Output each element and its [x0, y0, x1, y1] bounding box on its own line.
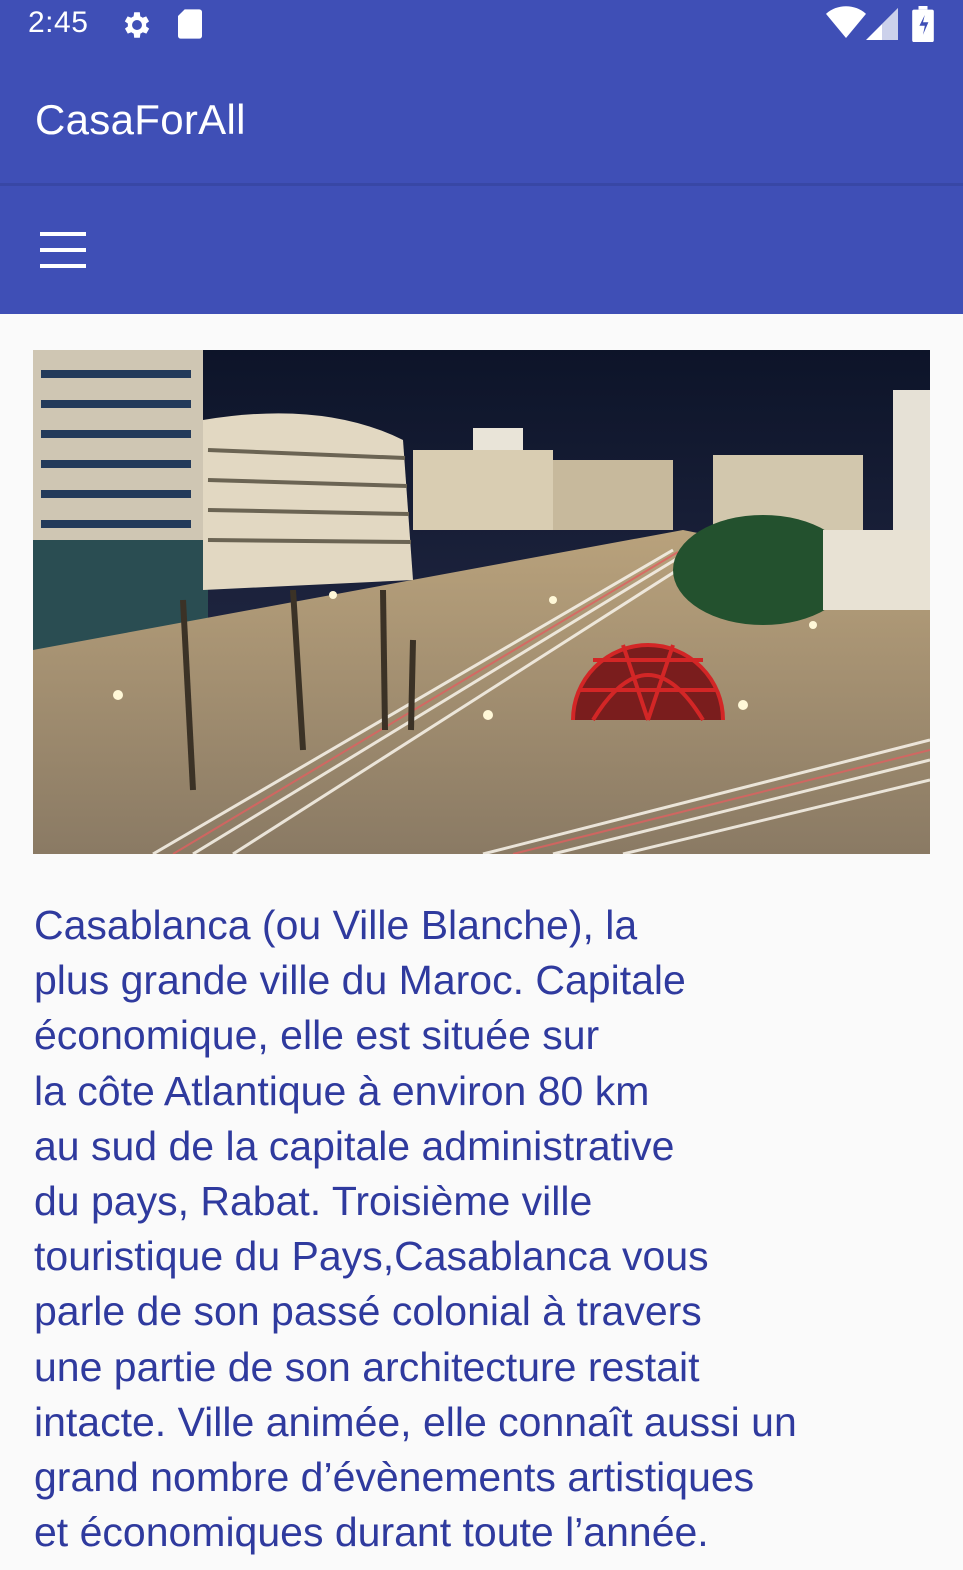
- hamburger-menu-button[interactable]: [22, 218, 102, 282]
- app-bar: CasaForAll: [0, 48, 963, 184]
- hamburger-menu-icon[interactable]: [22, 218, 102, 282]
- casablanca-hero-image: [33, 350, 930, 854]
- battery-icon: [912, 6, 934, 47]
- signal-icon: [866, 8, 898, 45]
- city-description: Casablanca (ou Ville Blanche), la plus g…: [34, 902, 797, 1556]
- toolbar: [0, 186, 963, 314]
- sd-card-icon: [176, 8, 204, 45]
- app-title: CasaForAll: [35, 96, 246, 143]
- wifi-icon: [826, 6, 866, 45]
- status-time: 2:45: [28, 6, 89, 39]
- gear-icon: [120, 8, 154, 47]
- status-bar: 2:45: [0, 0, 963, 48]
